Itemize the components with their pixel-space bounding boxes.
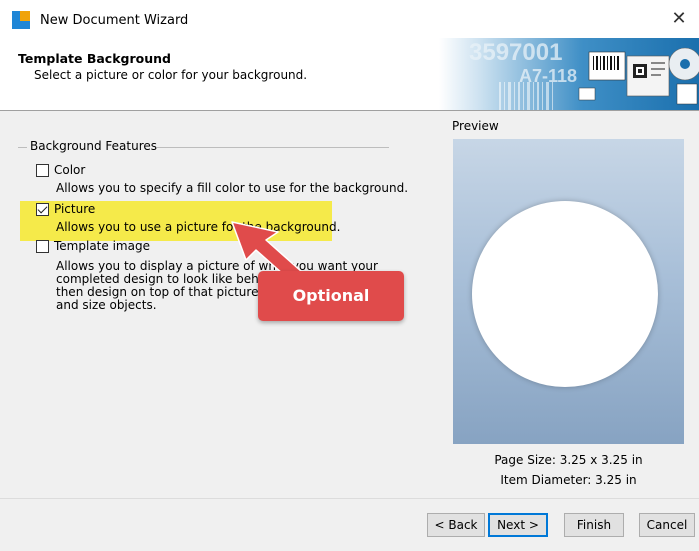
close-icon: ✕ xyxy=(671,8,687,29)
background-features-label: Background Features xyxy=(27,139,161,153)
banner-text-1: 3597001 xyxy=(469,39,562,66)
color-description: Allows you to specify a fill color to us… xyxy=(56,181,409,195)
template-image-description-line: and size objects. xyxy=(56,298,157,312)
page-title: Template Background xyxy=(18,51,171,66)
page-subtitle: Select a picture or color for your backg… xyxy=(34,68,308,82)
page-size-text: Page Size: 3.25 x 3.25 in xyxy=(494,453,643,467)
wizard-footer: < Back Next > Finish Cancel xyxy=(0,498,699,551)
optional-callout: Optional xyxy=(258,271,404,321)
finish-button[interactable]: Finish xyxy=(564,513,624,537)
cancel-button[interactable]: Cancel xyxy=(639,513,695,537)
picture-description: Allows you to use a picture for the back… xyxy=(56,220,341,234)
close-button[interactable]: ✕ xyxy=(659,0,699,38)
next-button[interactable]: Next > xyxy=(488,513,548,537)
back-button[interactable]: < Back xyxy=(427,513,485,537)
wizard-header: Template Background Select a picture or … xyxy=(0,38,699,110)
template-image-checkbox[interactable] xyxy=(36,240,49,253)
picture-checkbox[interactable] xyxy=(36,203,49,216)
picture-label: Picture xyxy=(54,202,96,216)
preview-disc xyxy=(472,201,658,387)
title-bar: New Document Wizard ✕ xyxy=(0,0,699,38)
header-banner-image: 3597001 A7-118 xyxy=(439,38,699,110)
preview-pane xyxy=(453,139,684,444)
app-logo-icon xyxy=(12,11,30,29)
banner-text-2: A7-118 xyxy=(519,66,577,86)
preview-label: Preview xyxy=(452,119,499,133)
color-checkbox[interactable] xyxy=(36,164,49,177)
window-title: New Document Wizard xyxy=(40,13,189,28)
group-line xyxy=(157,147,389,148)
item-diameter-text: Item Diameter: 3.25 in xyxy=(500,473,637,487)
template-image-label: Template image xyxy=(54,239,150,253)
color-label: Color xyxy=(54,163,86,177)
